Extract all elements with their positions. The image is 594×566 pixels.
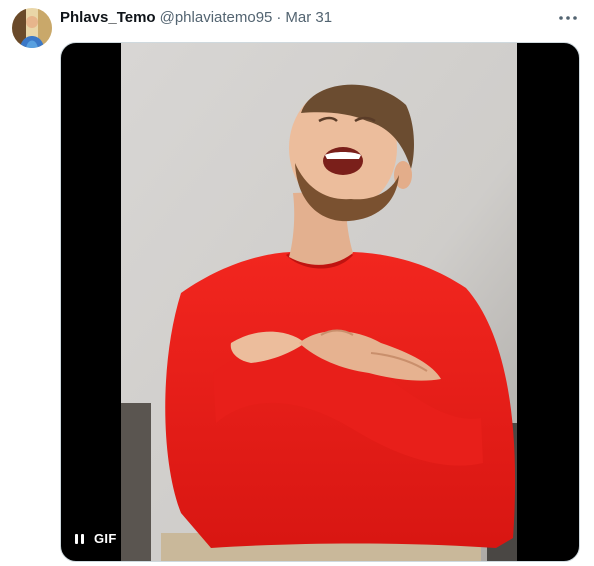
- tweet[interactable]: Phlavs_Temo @phlaviatemo95 · Mar 31 GIF: [0, 0, 594, 566]
- avatar-image: [12, 8, 52, 48]
- gif-badge: GIF: [94, 531, 117, 546]
- more-horizontal-icon: [559, 16, 577, 20]
- gif-frame-image: [121, 43, 517, 561]
- tweet-date[interactable]: Mar 31: [285, 8, 332, 28]
- gif-controls: GIF: [75, 531, 117, 547]
- gif-media[interactable]: GIF: [60, 42, 580, 562]
- pause-icon[interactable]: [75, 532, 84, 546]
- tweet-header: Phlavs_Temo @phlaviatemo95 · Mar 31: [60, 8, 332, 28]
- more-options-button[interactable]: [558, 8, 578, 28]
- header-separator: ·: [276, 9, 282, 26]
- author-handle[interactable]: @phlaviatemo95: [160, 8, 273, 28]
- author-display-name[interactable]: Phlavs_Temo: [60, 8, 156, 28]
- author-avatar[interactable]: [12, 8, 52, 48]
